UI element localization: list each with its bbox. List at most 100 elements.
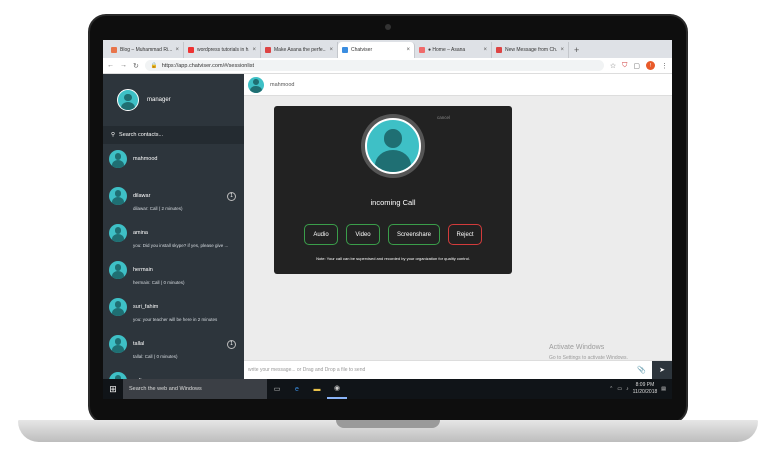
tab-bar: Blog – Muhammad Ri... × wordpress tutorial… <box>103 40 672 58</box>
browser-tab[interactable]: New Message from Ch... × <box>492 42 569 58</box>
tab-favicon-icon <box>419 47 425 53</box>
file-explorer-icon[interactable]: ▬ <box>307 379 327 399</box>
notification-icon[interactable]: ▤ <box>661 386 666 392</box>
reject-button[interactable]: Reject <box>448 224 482 245</box>
caller-avatar-ring <box>361 114 425 178</box>
contact-name: suri_fahim <box>133 304 159 310</box>
avatar <box>248 76 264 93</box>
contact-last-message: you: your teacher will be here in 2 minu… <box>133 317 218 322</box>
avatar <box>109 372 127 379</box>
contact-item[interactable]: dilawar 1 dilawar: Call ( 2 minutes) <box>103 181 244 218</box>
video-button[interactable]: Video <box>346 224 380 245</box>
send-button[interactable]: ➤ <box>652 360 672 380</box>
close-tab-icon[interactable]: × <box>406 47 410 53</box>
avatar <box>365 118 421 174</box>
search-icon: ⚲ <box>111 132 116 138</box>
chrome-icon[interactable]: ◉ <box>327 379 347 399</box>
close-tab-icon[interactable]: × <box>560 47 564 53</box>
sidebar: manager ⚲ Search contacts... mahmood dila… <box>103 74 244 379</box>
edge-icon[interactable]: e <box>287 379 307 399</box>
windows-start-icon[interactable]: ⊞ <box>103 379 123 399</box>
tab-title: Chatviser <box>351 47 373 53</box>
menu-icon[interactable]: ⋮ <box>661 62 668 70</box>
windows-taskbar: ⊞ Search the web and Windows ▭ e ▬ ◉ ⌃ ▭… <box>103 379 672 399</box>
laptop-frame: Blog – Muhammad Ri... × wordpress tutorial… <box>0 0 777 468</box>
close-tab-icon[interactable]: × <box>329 47 333 53</box>
send-icon: ➤ <box>659 367 665 374</box>
tab-title: Blog – Muhammad Ri... <box>120 47 173 53</box>
back-icon[interactable]: ← <box>107 62 114 69</box>
contact-last-message: dilawar: Call ( 2 minutes) <box>133 206 183 211</box>
contact-name: dilawar <box>133 193 151 199</box>
contact-item[interactable]: mahmood <box>103 144 244 181</box>
tab-favicon-icon <box>111 47 117 53</box>
contact-item[interactable]: tallal 1 tallal: Call ( 0 minutes) <box>103 329 244 366</box>
contact-name: mahmood <box>133 156 158 162</box>
search-placeholder: Search contacts... <box>119 132 164 138</box>
chat-panel: mahmood cancel incoming Call Audio Video… <box>244 74 672 379</box>
profile-button[interactable]: ! <box>646 61 655 70</box>
reload-icon[interactable]: ↻ <box>133 62 139 70</box>
url-field[interactable]: 🔒 https://app.chatviser.com/#/sessionlis… <box>144 60 604 71</box>
network-icon[interactable]: ▭ <box>617 386 622 392</box>
browser-tab[interactable]: ● Home – Asana × <box>415 42 492 58</box>
contact-item[interactable]: suri_fahim you: your teacher will be here… <box>103 292 244 329</box>
message-input[interactable]: write your message... or Drag and Drop a… <box>248 367 637 373</box>
taskbar-search[interactable]: Search the web and Windows <box>123 379 267 399</box>
tray-arrow-icon[interactable]: ⌃ <box>609 386 613 392</box>
forward-icon[interactable]: → <box>120 62 127 69</box>
browser-tab[interactable]: wordpress tutorials in h... × <box>184 42 261 58</box>
avatar[interactable] <box>117 89 139 111</box>
unread-badge: 1 <box>227 191 236 201</box>
message-composer: write your message... or Drag and Drop a… <box>244 360 672 380</box>
attachment-icon[interactable]: 📎 <box>637 366 646 374</box>
cancel-link[interactable]: cancel <box>437 115 450 120</box>
clock-time: 8:09 PM <box>635 382 655 388</box>
extensions-icon[interactable]: ▢ <box>633 62 640 70</box>
contact-name: amina <box>133 230 148 236</box>
search-input[interactable]: ⚲ Search contacts... <box>103 126 244 144</box>
recording-note: Note: Your call can be supervised and re… <box>316 256 470 261</box>
call-actions: Audio Video Screenshare Reject <box>274 224 512 245</box>
webcam <box>385 24 391 30</box>
browser-tab[interactable]: Blog – Muhammad Ri... × <box>107 42 184 58</box>
star-icon[interactable]: ☆ <box>610 62 616 70</box>
avatar <box>109 335 127 353</box>
screenshare-button[interactable]: Screenshare <box>388 224 440 245</box>
tab-title: ● Home – Asana <box>428 47 466 53</box>
chat-header: mahmood <box>244 74 672 96</box>
contact-name: hermain <box>133 267 153 273</box>
clock[interactable]: 8:09 PM 11/20/2018 <box>633 382 658 396</box>
tab-favicon-icon <box>496 47 502 53</box>
browser-tab[interactable]: Chatviser × <box>338 42 415 58</box>
tab-favicon-icon <box>342 47 348 53</box>
extension-shield-icon[interactable]: ⛉ <box>622 62 627 70</box>
address-bar: ← → ↻ 🔒 https://app.chatviser.com/#/sess… <box>103 58 672 74</box>
contact-name: tallal <box>133 341 145 347</box>
avatar <box>109 261 127 279</box>
browser-tab[interactable]: Make Asana the perfe... × <box>261 42 338 58</box>
close-tab-icon[interactable]: × <box>252 47 256 53</box>
activate-windows-title: Activate Windows <box>549 344 605 351</box>
tab-favicon-icon <box>188 47 194 53</box>
contact-item[interactable]: sofia <box>103 366 244 379</box>
contact-item[interactable]: hermain hermain: Call ( 0 minutes) <box>103 255 244 292</box>
avatar <box>109 187 127 205</box>
tab-title: wordpress tutorials in h... <box>197 47 250 53</box>
contact-last-message: tallal: Call ( 0 minutes) <box>133 354 178 359</box>
avatar <box>109 298 127 316</box>
sidebar-header: manager <box>103 74 244 126</box>
incoming-call-dialog: cancel incoming Call Audio Video Screens… <box>274 106 512 274</box>
close-tab-icon[interactable]: × <box>483 47 487 53</box>
volume-icon[interactable]: ♪ <box>626 386 629 392</box>
avatar <box>109 224 127 242</box>
avatar <box>109 150 127 168</box>
clock-date: 11/20/2018 <box>632 389 658 395</box>
contact-item[interactable]: amina you: Did you install skype? if yes,… <box>103 218 244 255</box>
task-view-icon[interactable]: ▭ <box>267 379 287 399</box>
new-tab-button[interactable]: + <box>569 42 584 58</box>
audio-button[interactable]: Audio <box>304 224 338 245</box>
close-tab-icon[interactable]: × <box>175 47 179 53</box>
url-text: https://app.chatviser.com/#/sessionlist <box>161 62 255 69</box>
dialog-title: incoming Call <box>370 198 416 207</box>
